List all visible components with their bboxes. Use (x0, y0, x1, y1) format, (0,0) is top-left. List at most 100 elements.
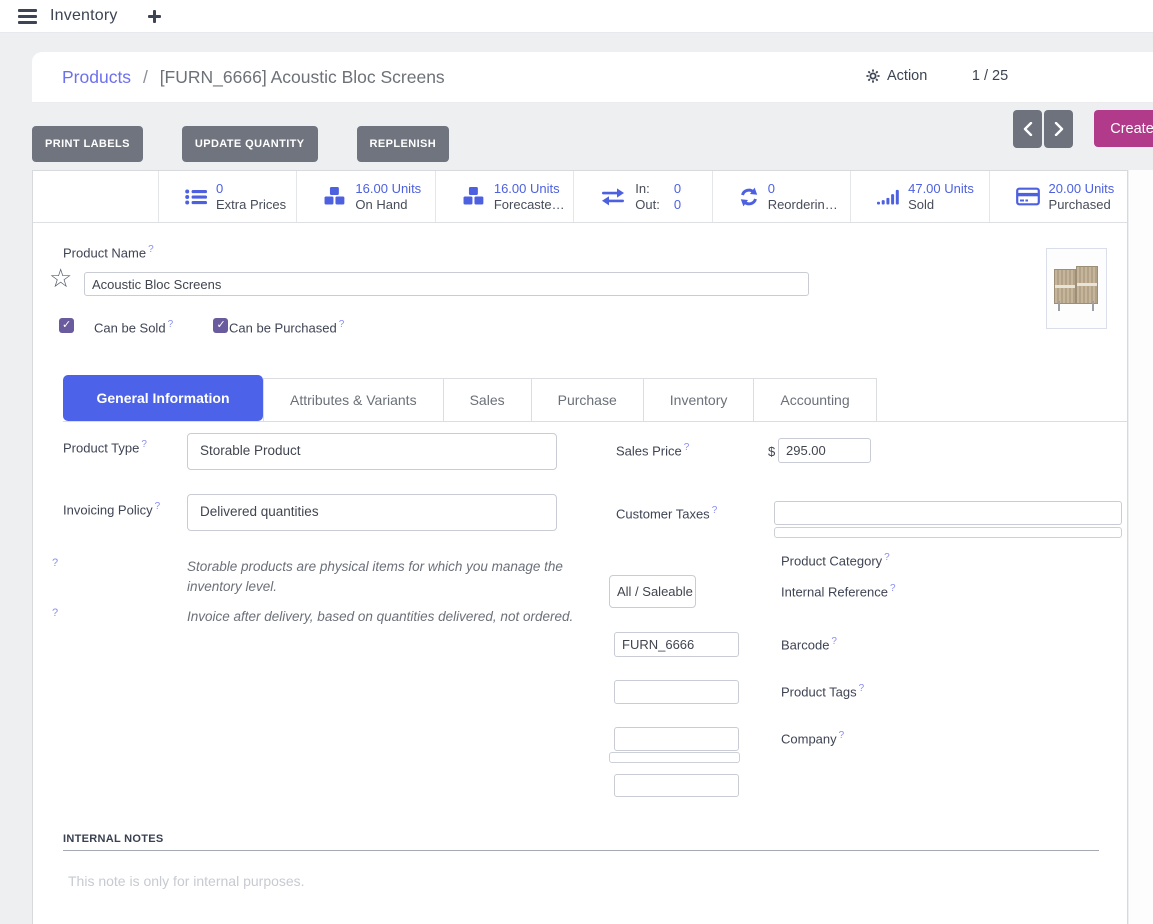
stat-label: On Hand (355, 197, 407, 212)
stat-reordering-rules[interactable]: 0 Reorderin… (712, 171, 850, 222)
gear-icon (866, 69, 880, 83)
stat-in-out[interactable]: In: 0 Out: 0 (573, 171, 711, 222)
stat-value: 16.00 Units (355, 181, 421, 196)
product-image[interactable] (1046, 248, 1107, 329)
help-tooltip-marker[interactable]: ? (52, 557, 58, 569)
can-be-purchased-label-text: Can be Purchased (229, 320, 337, 335)
help-tooltip-marker[interactable]: ? (52, 607, 58, 619)
stat-on-hand[interactable]: 16.00 Units On Hand (296, 171, 434, 222)
record-pager: 1 / 25 (960, 68, 1020, 84)
product-tags-input[interactable] (614, 727, 739, 751)
product-form-sheet: 0 Extra Prices 16.00 Units On Hand 16.00… (32, 170, 1128, 924)
apps-menu-icon[interactable] (18, 6, 37, 27)
product-tags-label: Product Tags? (781, 683, 864, 699)
stat-value: 20.00 Units (1049, 181, 1115, 196)
stat-label: Sold (908, 197, 934, 212)
favorite-star-icon[interactable]: ☆ (49, 265, 72, 291)
plus-icon[interactable] (148, 10, 161, 23)
company-label: Company? (781, 730, 844, 746)
internal-notes-placeholder[interactable]: This note is only for internal purposes. (68, 873, 305, 889)
top-nav-bar: Inventory (0, 0, 1153, 33)
control-panel: Products / [FURN_6666] Acoustic Bloc Scr… (32, 52, 1153, 103)
chevron-left-icon (1023, 122, 1033, 136)
currency-symbol: $ (768, 444, 775, 459)
product-name-label-text: Product Name (63, 245, 146, 260)
tab-inventory[interactable]: Inventory (644, 378, 755, 421)
next-record-button[interactable] (1044, 110, 1073, 148)
previous-record-button[interactable] (1013, 110, 1042, 148)
barcode-input[interactable] (614, 680, 739, 704)
internal-reference-input[interactable] (614, 632, 739, 657)
stat-sold[interactable]: 47.00 Units Sold (850, 171, 988, 222)
help-tooltip-marker[interactable]: ? (884, 552, 890, 563)
help-tooltip-marker[interactable]: ? (890, 583, 896, 594)
can-be-sold-label: Can be Sold? (94, 319, 173, 335)
help-tooltip-marker[interactable]: ? (155, 501, 161, 512)
customer-taxes-label-text: Customer Taxes (616, 506, 710, 521)
notebook-tabs: General Information Attributes & Variant… (63, 376, 1127, 422)
breadcrumb-products-link[interactable]: Products (62, 67, 131, 87)
tab-attributes-variants[interactable]: Attributes & Variants (263, 378, 444, 421)
barcode-label-text: Barcode (781, 637, 829, 652)
can-be-purchased-label: Can be Purchased? (229, 319, 344, 335)
company-label-text: Company (781, 731, 837, 746)
tab-purchase[interactable]: Purchase (532, 378, 644, 421)
chevron-right-icon (1054, 122, 1064, 136)
invoicing-policy-label-text: Invoicing Policy (63, 502, 153, 517)
stat-purchased[interactable]: 20.00 Units Purchased (989, 171, 1127, 222)
stat-extra-prices[interactable]: 0 Extra Prices (158, 171, 296, 222)
stat-spacer (33, 171, 158, 222)
customer-taxes-label: Customer Taxes? (616, 505, 717, 521)
stat-value: 16.00 Units (494, 181, 560, 196)
internal-notes-heading: INTERNAL NOTES (63, 833, 164, 845)
product-type-label: Product Type? (63, 439, 147, 455)
help-tooltip-marker[interactable]: ? (831, 636, 837, 647)
app-title[interactable]: Inventory (50, 7, 118, 25)
product-type-help-text: Storable products are physical items for… (187, 557, 577, 596)
list-icon (185, 188, 207, 206)
product-tags-dropdown-remnant (609, 752, 740, 763)
tab-general-information[interactable]: General Information (63, 375, 263, 421)
product-name-input[interactable] (84, 272, 809, 296)
stat-button-row: 0 Extra Prices 16.00 Units On Hand 16.00… (33, 171, 1127, 223)
tab-accounting[interactable]: Accounting (754, 378, 876, 421)
cubes-icon (323, 187, 346, 206)
customer-taxes-dropdown-remnant (774, 527, 1122, 538)
stat-label: Purchased (1049, 197, 1111, 212)
help-tooltip-marker[interactable]: ? (712, 505, 718, 516)
can-be-sold-checkbox[interactable] (59, 318, 74, 333)
tab-sales[interactable]: Sales (444, 378, 532, 421)
sales-price-input[interactable] (778, 438, 871, 463)
update-quantity-button[interactable]: UPDATE QUANTITY (182, 126, 318, 162)
bar-chart-icon (877, 188, 899, 205)
stat-forecasted[interactable]: 16.00 Units Forecaste… (435, 171, 573, 222)
help-tooltip-marker[interactable]: ? (839, 730, 845, 741)
create-button[interactable]: Create (1094, 110, 1153, 147)
exchange-arrows-icon (600, 188, 626, 206)
invoicing-policy-select[interactable]: Delivered quantities (187, 494, 557, 531)
breadcrumb-current: [FURN_6666] Acoustic Bloc Screens (160, 67, 445, 87)
help-tooltip-marker[interactable]: ? (859, 683, 865, 694)
invoicing-policy-help-text: Invoice after delivery, based on quantit… (187, 607, 577, 627)
help-tooltip-marker[interactable]: ? (339, 319, 345, 330)
replenish-button[interactable]: REPLENISH (357, 126, 450, 162)
company-input[interactable] (614, 774, 739, 797)
invoicing-policy-label: Invoicing Policy? (63, 501, 160, 517)
action-menu-button[interactable]: Action (866, 68, 927, 84)
help-tooltip-marker[interactable]: ? (168, 319, 174, 330)
sync-icon (739, 187, 759, 207)
customer-taxes-input[interactable] (774, 501, 1122, 525)
help-tooltip-marker[interactable]: ? (684, 442, 690, 453)
help-tooltip-marker[interactable]: ? (148, 244, 154, 255)
product-category-input[interactable]: All / Saleable (609, 575, 696, 608)
product-category-label-text: Product Category (781, 553, 882, 568)
credit-card-icon (1016, 187, 1040, 206)
product-name-label: Product Name? (63, 244, 154, 260)
breadcrumb: Products / [FURN_6666] Acoustic Bloc Scr… (62, 67, 445, 88)
stat-out-label: Out: (635, 197, 660, 213)
product-type-select[interactable]: Storable Product (187, 433, 557, 470)
print-labels-button[interactable]: PRINT LABELS (32, 126, 143, 162)
barcode-label: Barcode? (781, 636, 837, 652)
can-be-purchased-checkbox[interactable] (213, 318, 228, 333)
help-tooltip-marker[interactable]: ? (141, 439, 147, 450)
